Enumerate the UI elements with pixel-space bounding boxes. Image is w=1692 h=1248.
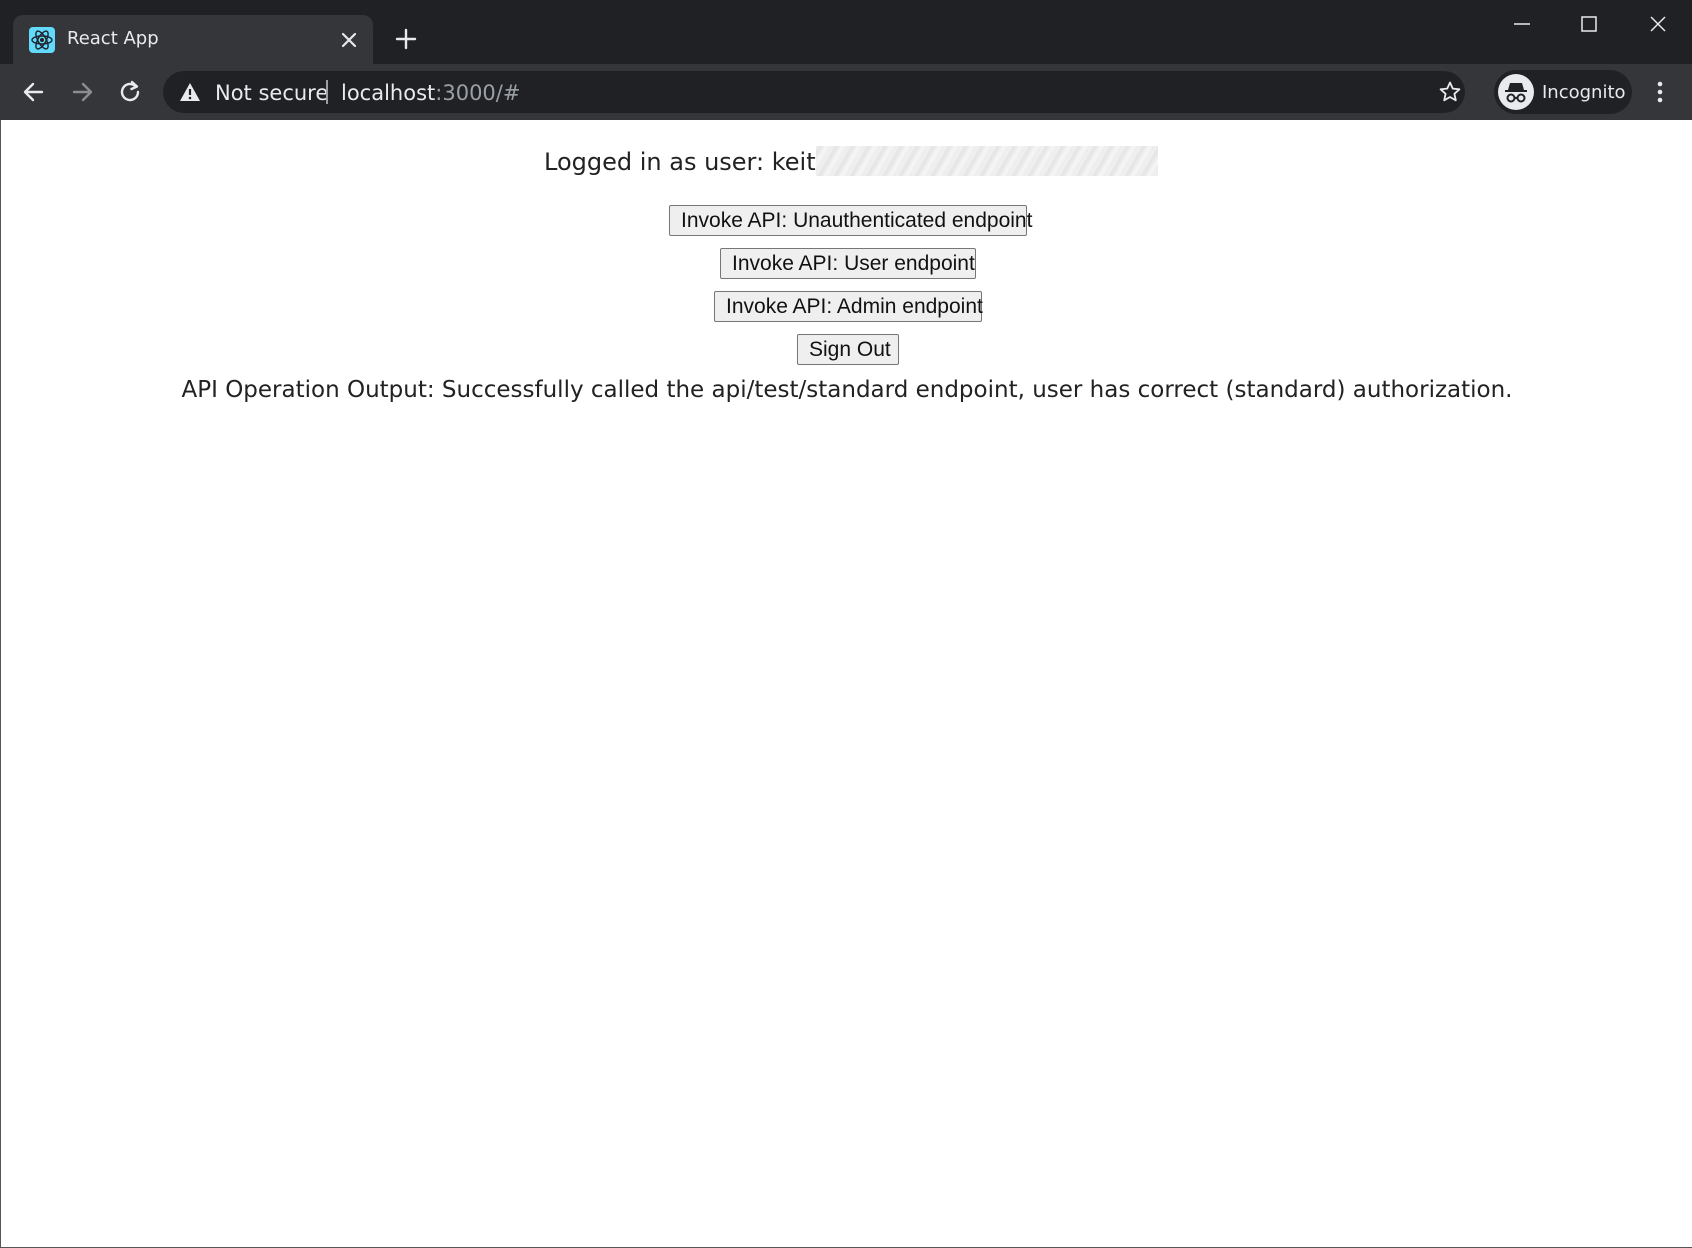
logged-in-text: Logged in as user: keith@ (544, 148, 855, 176)
tab-title: React App (67, 28, 159, 49)
react-logo-icon (29, 27, 55, 53)
kebab-menu-icon[interactable] (1650, 78, 1670, 106)
page-content: Logged in as user: keith@ Invoke API: Un… (0, 120, 1692, 1248)
arrow-left-icon[interactable] (20, 78, 48, 106)
redacted-email (816, 146, 1158, 176)
url-path: :3000/# (435, 81, 521, 105)
arrow-right-icon[interactable] (68, 78, 96, 106)
invoke-admin-button[interactable]: Invoke API: Admin endpoint (714, 291, 983, 322)
incognito-icon (1498, 74, 1534, 110)
maximize-icon[interactable] (1577, 12, 1601, 36)
address-bar[interactable]: Not secure localhost:3000/# (163, 71, 1465, 113)
invoke-user-button[interactable]: Invoke API: User endpoint (720, 248, 976, 279)
browser-toolbar: Not secure localhost:3000/# Incognito (0, 64, 1692, 120)
url-text[interactable]: localhost:3000/# (341, 81, 520, 105)
warning-icon[interactable] (179, 82, 201, 102)
api-output-text: API Operation Output: Successfully calle… (181, 377, 1513, 403)
plus-icon[interactable] (393, 26, 419, 52)
star-icon[interactable] (1438, 80, 1462, 104)
close-icon[interactable] (339, 30, 359, 50)
incognito-label: Incognito (1542, 82, 1626, 103)
sign-out-button[interactable]: Sign Out (797, 334, 899, 365)
security-label[interactable]: Not secure (215, 81, 328, 105)
incognito-profile-button[interactable]: Incognito (1494, 70, 1632, 114)
url-host: localhost (341, 81, 436, 105)
browser-tab[interactable]: React App (13, 15, 373, 64)
browser-chrome: React App Not secure localhost:3000/# In… (0, 0, 1692, 120)
reload-icon[interactable] (116, 78, 144, 106)
minimize-icon[interactable] (1510, 12, 1534, 36)
omnibox-divider (326, 80, 328, 104)
window-close-icon[interactable] (1646, 12, 1670, 36)
invoke-unauthenticated-button[interactable]: Invoke API: Unauthenticated endpoint (669, 205, 1032, 236)
